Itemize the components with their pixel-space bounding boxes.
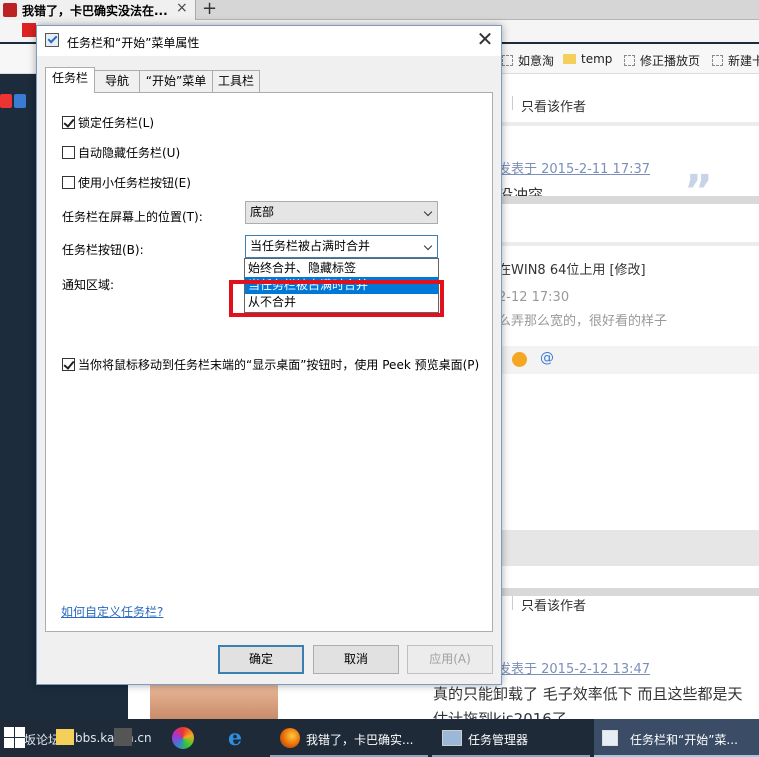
taskbar-item-properties[interactable]: 任务栏和“开始”菜... [594, 719, 759, 757]
browser-tab-bar: 我错了，卡巴确实没法在... × + [0, 0, 759, 20]
toolbar-left-icons [0, 94, 30, 114]
checkbox-checked-icon [62, 358, 75, 371]
tab-taskbar[interactable]: 任务栏 [45, 67, 95, 93]
taskbar-properties-dialog: 任务栏和“开始”菜单属性 ✕ 任务栏 导航 “开始”菜单 工具栏 锁定任务栏(L… [36, 25, 502, 685]
taskbar-properties-icon [602, 730, 618, 746]
windows-logo-icon [4, 727, 25, 748]
post-time-1[interactable]: 发表于 2015-2-11 17:37 [498, 158, 650, 177]
new-tab-button[interactable]: + [202, 0, 217, 19]
close-button[interactable]: ✕ [469, 26, 501, 54]
file-explorer-icon[interactable] [56, 729, 74, 745]
dialog-titlebar: 任务栏和“开始”菜单属性 ✕ [37, 26, 501, 56]
folder-icon [563, 54, 576, 64]
taskbar-item-browser[interactable]: 我错了，卡巴确实... [270, 719, 428, 757]
peek-checkbox[interactable]: 当你将鼠标移动到任务栏末端的“显示桌面”按钮时，使用 Peek 预览桌面(P) [62, 356, 479, 373]
checkbox-empty-icon [62, 176, 75, 189]
windows-taskbar: 坂论坛 bbs.kafan.cn e 我错了，卡巴确实... 任务管理器 任务栏… [0, 719, 759, 757]
ie-icon[interactable]: e [228, 725, 242, 751]
quote-mark-icon: ” [684, 166, 713, 217]
divider [512, 596, 513, 610]
cancel-button[interactable]: 取消 [313, 645, 399, 674]
only-author-link-1[interactable]: 只看该作者 [521, 96, 586, 115]
browser-tab-title: 我错了，卡巴确实没法在... [22, 4, 168, 18]
chevron-down-icon [423, 241, 433, 251]
divider [512, 96, 513, 110]
post-time-2: 2-12 17:30 [498, 290, 570, 305]
taskbar-buttons-select[interactable]: 当任务栏被占满时合并 [245, 235, 438, 258]
position-label: 任务栏在屏幕上的位置(T): [62, 210, 203, 224]
watermark-prefix: 坂论坛 [24, 733, 61, 747]
at-icon[interactable]: @ [540, 350, 554, 366]
option-always-combine[interactable]: 始终合并、隐藏标签 [245, 260, 438, 277]
emoji-icon[interactable] [512, 352, 527, 367]
tab-toolbars[interactable]: 工具栏 [212, 70, 260, 92]
browser-tab[interactable]: 我错了，卡巴确实没法在... × [0, 0, 196, 20]
bookmark-fix-playpage[interactable]: 修正播放页 [624, 52, 700, 69]
taskbar-properties-icon [45, 33, 59, 47]
notification-area-label: 通知区域: [62, 278, 115, 292]
bookmark-new-card[interactable]: 新建卡 [712, 52, 759, 69]
site-favicon-icon [3, 3, 17, 17]
taskbar-item-task-manager[interactable]: 任务管理器 [432, 719, 590, 757]
customize-taskbar-link[interactable]: 如何自定义任务栏? [61, 603, 163, 620]
firefox-icon [280, 728, 300, 748]
dialog-title: 任务栏和“开始”菜单属性 [67, 36, 200, 50]
divider [488, 530, 759, 566]
apply-button[interactable]: 应用(A) [407, 645, 493, 674]
post-text-2: 么弄那么宽的，很好看的样子 [498, 314, 668, 329]
user-avatar[interactable] [150, 684, 278, 720]
tab-navigation[interactable]: 导航 [94, 70, 140, 92]
post-text-3: 真的只能卸载了 毛子效率低下 而且这些都是天 [433, 685, 743, 703]
position-select[interactable]: 底部 [245, 201, 438, 224]
checkbox-empty-icon [62, 146, 75, 159]
post-info-2: 在WIN8 64位上用 [修改] [498, 263, 646, 278]
ok-button[interactable]: 确定 [218, 645, 304, 674]
highlight-annotation [229, 280, 444, 317]
taskbar-buttons-label: 任务栏按钮(B): [62, 243, 144, 257]
reply-toolbar: @ [488, 346, 759, 374]
tab-panel: 锁定任务栏(L) 自动隐藏任务栏(U) 使用小任务栏按钮(E) 任务栏在屏幕上的… [45, 92, 493, 632]
s-icon[interactable] [0, 94, 12, 108]
blank-page-icon [624, 55, 635, 66]
g-icon[interactable] [14, 94, 26, 108]
auto-hide-checkbox[interactable]: 自动隐藏任务栏(U) [62, 144, 180, 161]
divider [500, 196, 759, 204]
tab-close-icon[interactable]: × [176, 0, 188, 16]
bookmark-temp[interactable]: temp [563, 52, 612, 66]
checkbox-checked-icon [62, 116, 75, 129]
colorful-app-icon[interactable] [172, 727, 194, 749]
only-author-link-2[interactable]: 只看该作者 [521, 595, 586, 614]
post-time-3[interactable]: 发表于 2015-2-12 13:47 [498, 658, 650, 677]
small-buttons-checkbox[interactable]: 使用小任务栏按钮(E) [62, 174, 191, 191]
blank-page-icon [502, 55, 513, 66]
blank-page-icon [712, 55, 723, 66]
lock-taskbar-checkbox[interactable]: 锁定任务栏(L) [62, 114, 154, 131]
task-manager-icon [442, 730, 462, 746]
tab-start-menu[interactable]: “开始”菜单 [139, 70, 213, 92]
flag-icon [22, 23, 36, 37]
app-icon[interactable] [114, 728, 132, 746]
bookmark-ruyitao[interactable]: 如意淘 [502, 52, 554, 69]
chevron-down-icon [423, 207, 433, 217]
